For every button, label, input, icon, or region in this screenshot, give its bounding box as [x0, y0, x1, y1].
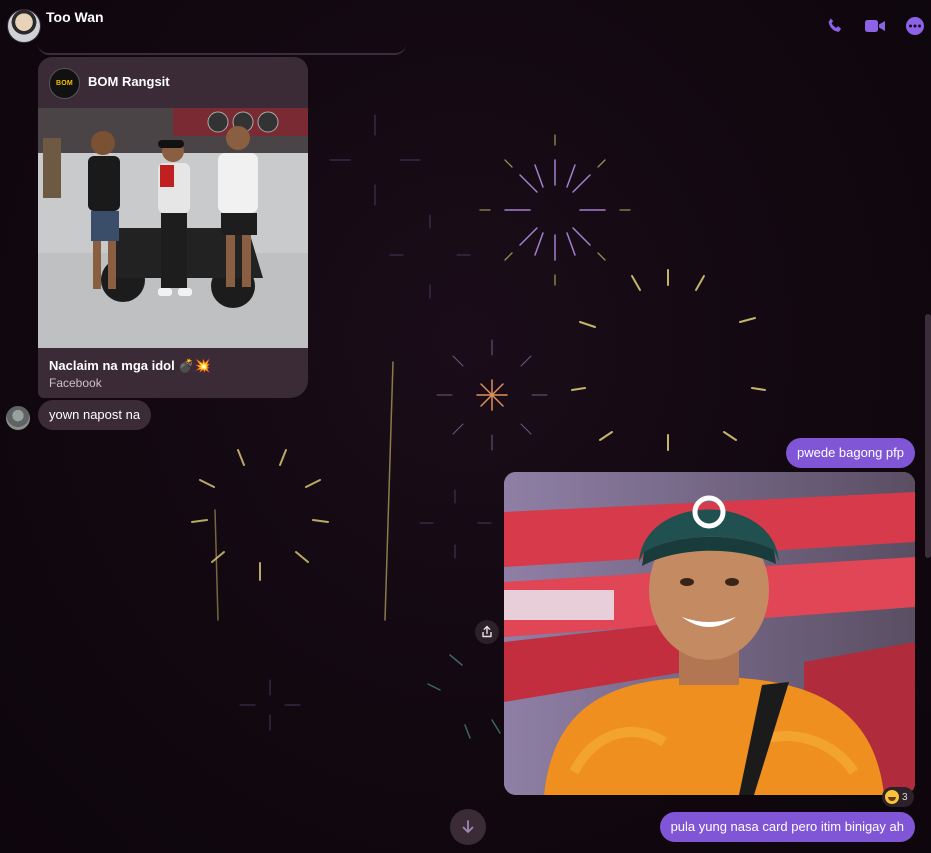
laughing-emoji-icon [885, 790, 899, 804]
arrow-down-icon [462, 820, 474, 833]
message-reaction[interactable]: 3 [882, 787, 914, 807]
shared-post-photo[interactable] [38, 108, 308, 348]
phone-icon[interactable] [824, 14, 848, 38]
shared-post-header: BOM BOM Rangsit [38, 57, 308, 108]
reaction-count: 3 [902, 791, 908, 803]
video-icon[interactable] [863, 14, 887, 38]
sent-photo[interactable] [504, 472, 915, 795]
contact-avatar[interactable] [7, 9, 41, 43]
shared-post-card[interactable]: BOM BOM Rangsit Naclaim na mga idol 💣💥 F… [38, 57, 308, 398]
shared-post-title: Naclaim na mga idol 💣💥 [49, 358, 211, 373]
contact-name[interactable]: Too Wan [46, 9, 104, 25]
chat-header: Too Wan [0, 0, 931, 48]
share-icon[interactable] [475, 620, 499, 644]
previous-message-edge [38, 44, 406, 55]
shared-post-source: BOM Rangsit [88, 74, 170, 89]
more-icon[interactable] [903, 14, 927, 38]
sender-avatar[interactable] [6, 406, 30, 430]
message-outgoing[interactable]: pwede bagong pfp [786, 438, 915, 468]
scroll-to-bottom-button[interactable] [450, 809, 486, 845]
bom-logo: BOM [49, 68, 80, 99]
shared-post-subtitle: Facebook [49, 376, 102, 390]
message-incoming[interactable]: yown napost na [38, 400, 152, 430]
scrollbar[interactable] [925, 314, 931, 558]
message-outgoing[interactable]: pula yung nasa card pero itim binigay ah [659, 812, 915, 842]
